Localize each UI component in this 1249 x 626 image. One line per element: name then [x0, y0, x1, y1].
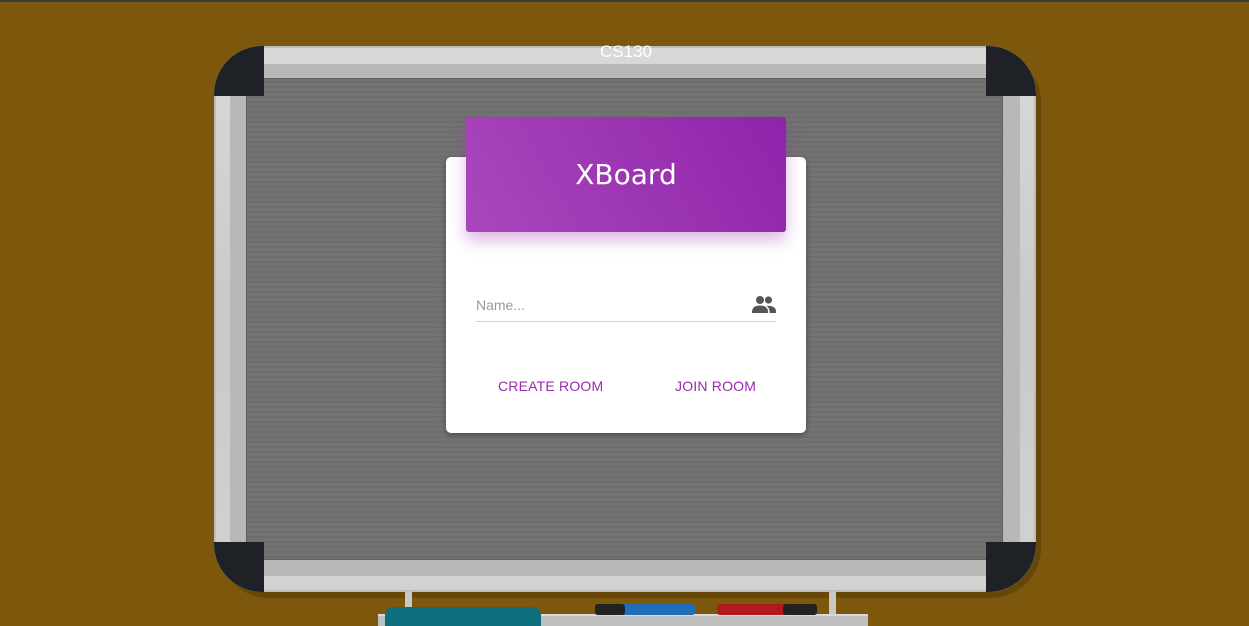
whiteboard-corner-bottom-left: [214, 542, 264, 592]
wall-background: CS130 XBoard CREATE ROOM JOIN ROOM: [0, 0, 1249, 626]
blue-marker-cap: [595, 604, 625, 615]
eraser: [385, 607, 541, 626]
window-top-border: [0, 0, 1249, 2]
join-room-button[interactable]: JOIN ROOM: [667, 372, 764, 400]
create-room-button[interactable]: CREATE ROOM: [490, 372, 611, 400]
whiteboard-corner-bottom-right: [986, 542, 1036, 592]
people-icon: [752, 295, 776, 315]
name-input[interactable]: [476, 291, 746, 319]
app-title: XBoard: [575, 158, 677, 191]
red-marker-cap: [783, 604, 817, 615]
course-label: CS130: [600, 42, 652, 61]
card-header: XBoard: [466, 117, 786, 232]
name-field: [476, 291, 776, 322]
